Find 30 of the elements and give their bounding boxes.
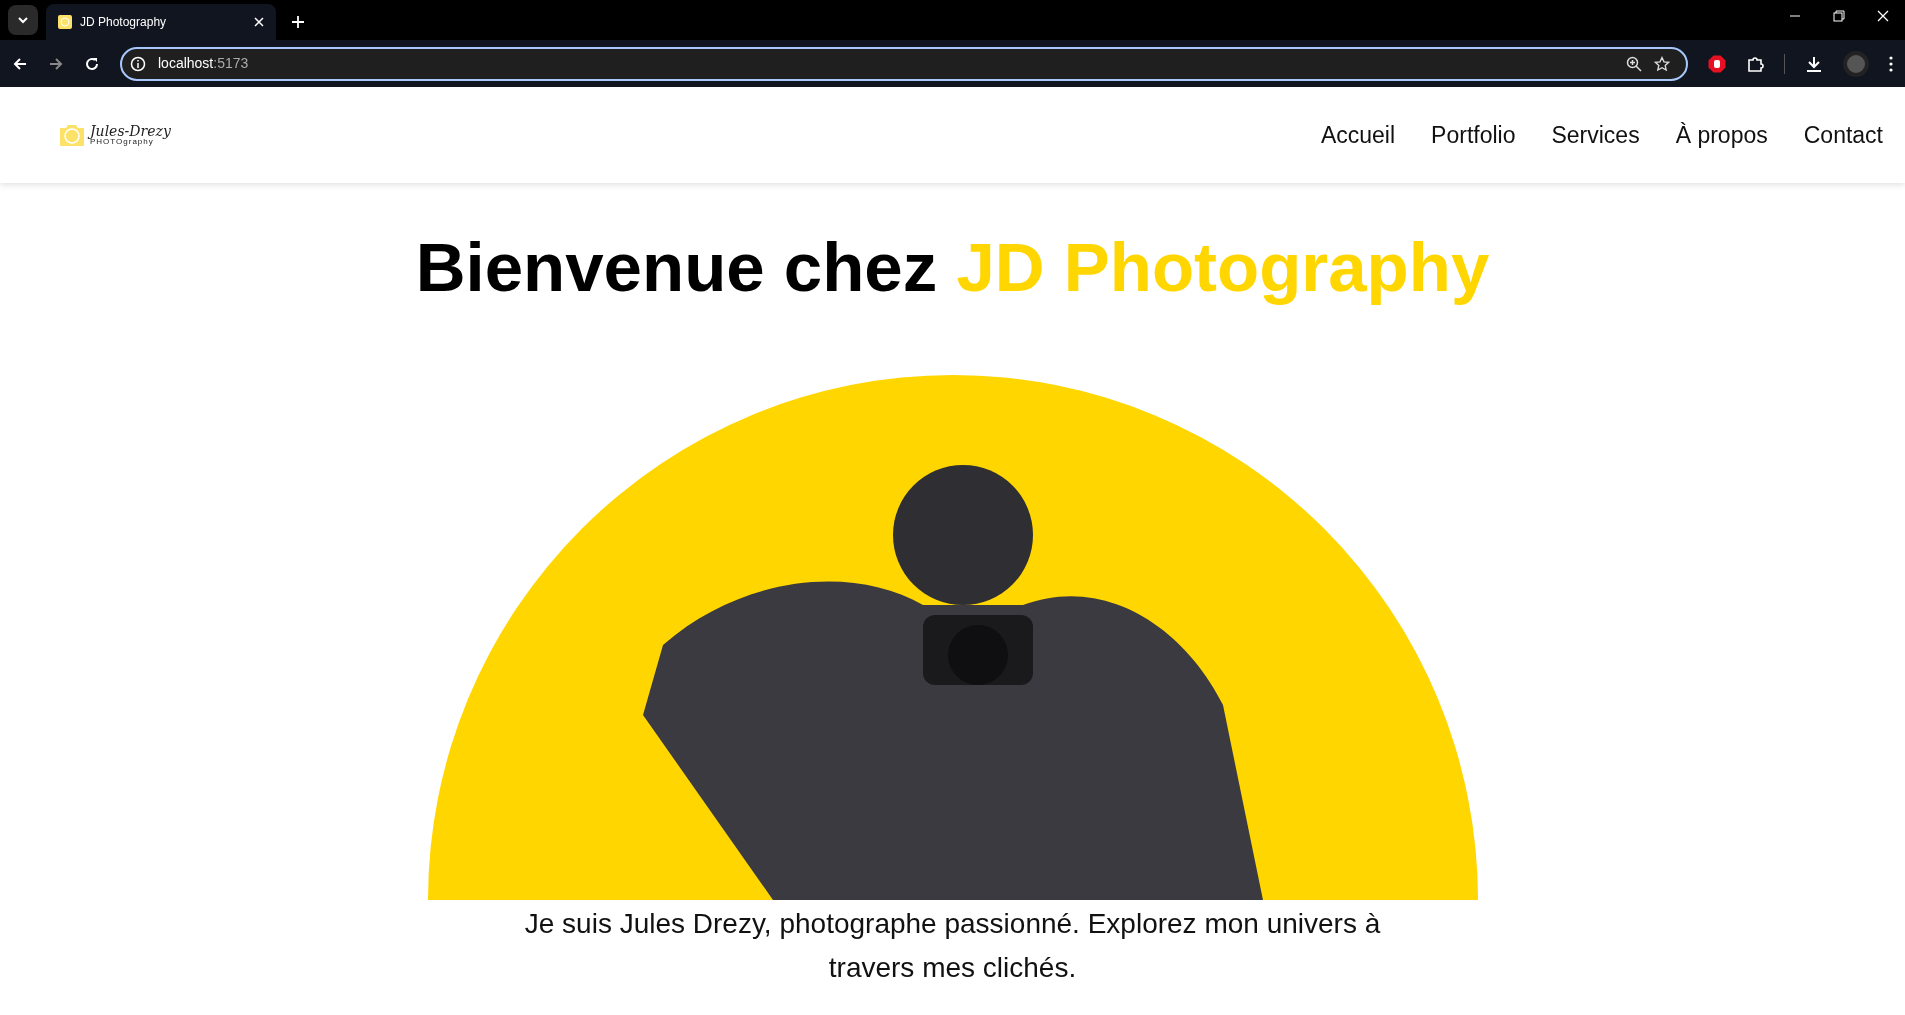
reload-icon[interactable] (84, 55, 100, 72)
profile-avatar[interactable] (1843, 50, 1869, 77)
menu-icon[interactable] (1889, 55, 1893, 72)
close-icon[interactable] (1877, 10, 1889, 22)
nav-link[interactable]: Portfolio (1431, 117, 1516, 153)
site-logo[interactable]: Jules-Drezy PHOTOgraphy (58, 122, 171, 148)
nav-link[interactable]: Accueil (1320, 117, 1396, 153)
tab-list-button[interactable] (8, 5, 38, 35)
restore-icon[interactable] (1833, 10, 1845, 22)
zoom-in-icon[interactable] (1626, 55, 1642, 72)
plus-icon[interactable] (292, 16, 304, 28)
forward-arrow-icon[interactable] (48, 55, 64, 72)
favicon-icon (58, 15, 72, 29)
address-bar[interactable]: localhost:5173 (120, 46, 1688, 81)
nav-link[interactable]: À propos (1675, 117, 1768, 153)
camera-logo-icon (58, 122, 86, 148)
star-icon[interactable] (1654, 55, 1670, 72)
close-tab-icon[interactable] (254, 17, 264, 27)
puzzle-extension-icon[interactable] (1746, 54, 1764, 73)
info-icon[interactable] (130, 55, 146, 72)
url-text: localhost:5173 (158, 54, 249, 73)
nav-link[interactable]: Contact (1803, 117, 1883, 153)
nav-link[interactable]: Services (1551, 117, 1640, 153)
back-arrow-icon[interactable] (12, 55, 28, 72)
intro-text: Je suis Jules Drezy, photographe passionné. Explorez mon univers à travers mes clichés. (523, 907, 1382, 985)
download-icon[interactable] (1805, 54, 1823, 73)
browser-tab[interactable]: JD Photography (46, 4, 276, 40)
logo-tagline: PHOTOgraphy (90, 138, 154, 146)
chevron-down-icon (17, 16, 29, 24)
tab-title: JD Photography (80, 14, 168, 31)
